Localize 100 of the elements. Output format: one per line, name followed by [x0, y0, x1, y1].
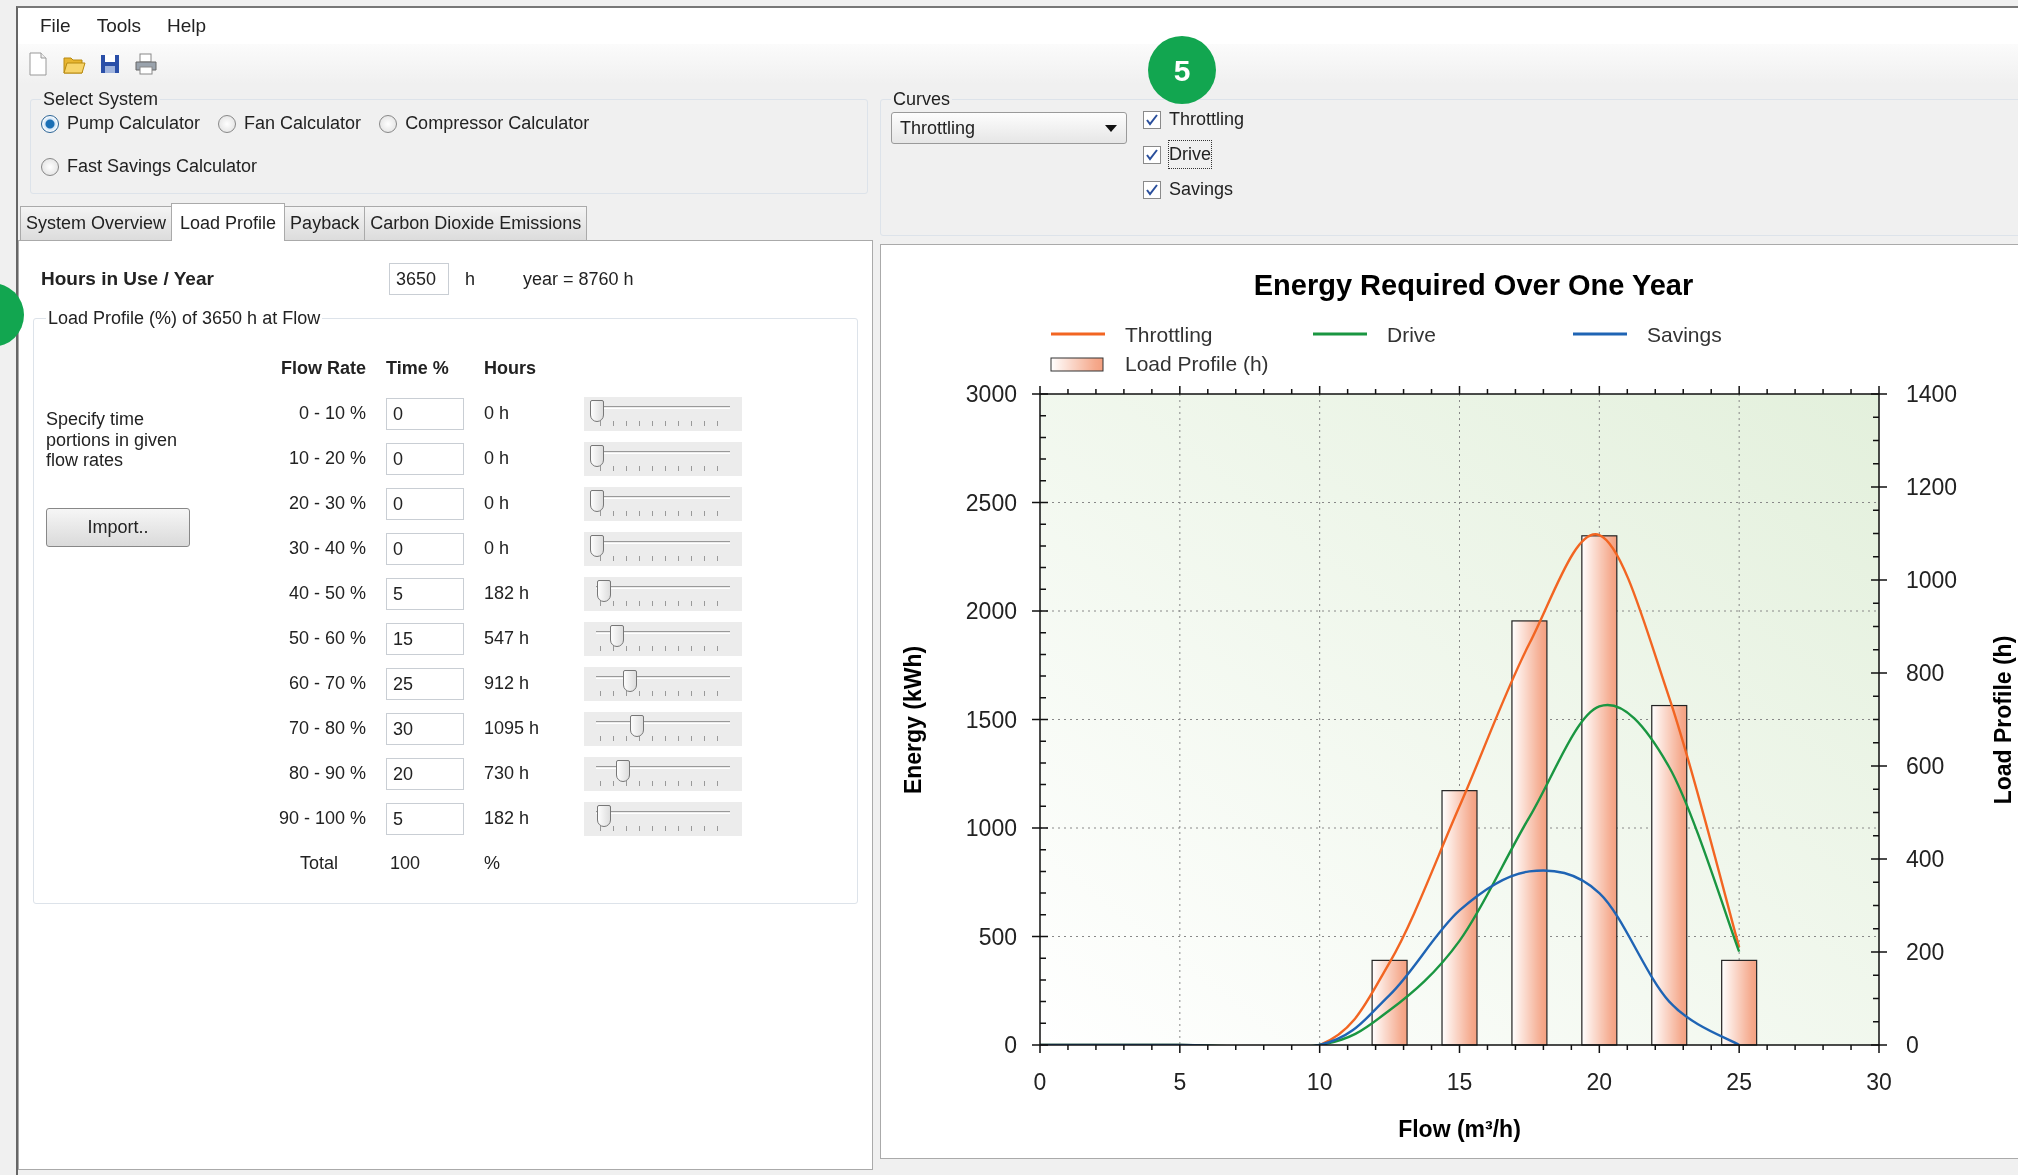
slider[interactable]: [584, 576, 742, 611]
slider-thumb[interactable]: [590, 489, 604, 512]
time-field[interactable]: 0: [386, 487, 464, 520]
time-field[interactable]: 5: [386, 802, 464, 835]
slider[interactable]: [584, 396, 742, 431]
checkbox-option[interactable]: Drive: [1143, 141, 1245, 168]
hours-value: 0 h: [484, 447, 511, 470]
tick-label: 1400: [1906, 381, 1958, 407]
total-label: Total: [299, 852, 338, 875]
hours-field[interactable]: 3650: [389, 263, 449, 295]
hint-text: Specify time portions in given flow rates: [46, 409, 179, 472]
time-field[interactable]: 20: [386, 757, 464, 790]
slider[interactable]: [584, 531, 742, 566]
radio-option[interactable]: Pump Calculator: [41, 110, 201, 137]
slider-thumb[interactable]: [590, 399, 604, 422]
slider[interactable]: [584, 441, 742, 476]
tick-label: 1000: [965, 815, 1017, 841]
printer-icon[interactable]: [134, 52, 158, 76]
slider-thumb[interactable]: [596, 579, 611, 602]
checkbox-option[interactable]: Throttling: [1143, 106, 1245, 133]
tick-label: 3000: [965, 381, 1017, 407]
legend-swatch: [1050, 357, 1104, 372]
import-button[interactable]: Import..: [46, 508, 190, 548]
tick-label: 30: [1866, 1069, 1892, 1095]
time-field[interactable]: 25: [386, 667, 464, 700]
checkmark-icon: [1145, 182, 1159, 197]
menu-item[interactable]: Tools: [96, 11, 141, 41]
slider[interactable]: [584, 711, 742, 746]
hours-label: Hours in Use / Year: [41, 266, 215, 291]
tab[interactable]: Carbon Dioxide Emissions: [364, 206, 588, 240]
slider-thumb[interactable]: [616, 759, 631, 782]
tick-label: 400: [1906, 846, 1945, 872]
tick-label: 2000: [965, 598, 1017, 624]
flow-rate: 80 - 90 %: [288, 762, 366, 785]
slider[interactable]: [584, 486, 742, 521]
tab[interactable]: Load Profile: [171, 203, 286, 241]
tab[interactable]: Payback: [284, 206, 366, 240]
slider-thumb[interactable]: [623, 669, 637, 692]
save-icon[interactable]: [98, 52, 122, 76]
flow-rate: 50 - 60 %: [288, 627, 366, 650]
group-title: Curves: [892, 90, 951, 108]
axis-title: Energy (kWh): [900, 645, 926, 795]
hours-value: 1095 h: [484, 717, 541, 740]
time-field[interactable]: 0: [386, 442, 464, 475]
legend-label: Drive: [1387, 323, 1436, 346]
flow-rate: 30 - 40 %: [288, 537, 366, 560]
flow-rate: 20 - 30 %: [288, 492, 366, 515]
time-field[interactable]: 30: [386, 712, 464, 745]
tick-label: 1500: [965, 706, 1017, 733]
axis-title: Load Profile (h): [1990, 635, 2016, 805]
time-field[interactable]: 15: [386, 622, 464, 655]
radio-option[interactable]: Fan Calculator: [218, 110, 362, 137]
hours-value: 730 h: [484, 762, 531, 785]
time-field[interactable]: 5: [386, 577, 464, 610]
legend-label: Throttling: [1125, 323, 1213, 346]
dropdown[interactable]: Throttling: [891, 112, 1127, 144]
flow-rate: 0 - 10 %: [298, 402, 366, 425]
slider-thumb[interactable]: [609, 624, 624, 647]
tick-label: 0: [1906, 1032, 1919, 1058]
tick-label: 200: [1906, 939, 1945, 965]
slider[interactable]: [584, 666, 742, 701]
tick-label: 500: [978, 923, 1017, 950]
slider[interactable]: [584, 756, 742, 791]
hours-value: 0 h: [484, 402, 511, 425]
tick-label: 20: [1586, 1069, 1613, 1095]
radio-option[interactable]: Fast Savings Calculator: [41, 153, 258, 180]
legend-line: [1313, 332, 1367, 336]
tick-label: 15: [1446, 1069, 1473, 1095]
hours-value: 182 h: [484, 807, 531, 830]
menu-item[interactable]: Help: [167, 11, 207, 41]
year-note: year = 8760 h: [523, 267, 634, 291]
slider-thumb[interactable]: [629, 714, 644, 737]
legend-line: [1051, 332, 1105, 336]
time-field[interactable]: 0: [386, 532, 464, 565]
menu-item[interactable]: File: [40, 11, 71, 41]
checkbox-option[interactable]: Savings: [1143, 176, 1245, 203]
hours-value: 0 h: [484, 537, 511, 560]
legend-label: Savings: [1647, 323, 1722, 346]
flow-rate: 10 - 20 %: [288, 447, 366, 470]
hours-value: 182 h: [484, 582, 531, 605]
column-header: Time %: [386, 357, 450, 380]
hours-value: 547 h: [484, 627, 531, 650]
tab[interactable]: System Overview: [20, 206, 173, 240]
tick-label: 2500: [965, 489, 1017, 516]
legend-label: Load Profile (h): [1125, 352, 1269, 375]
time-field[interactable]: 0: [386, 397, 464, 430]
slider-thumb[interactable]: [596, 804, 611, 827]
axis-title: Flow (m³/h): [1398, 1116, 1521, 1142]
slider[interactable]: [584, 621, 742, 656]
checkmark-icon: [1145, 112, 1159, 127]
slider[interactable]: [584, 801, 742, 836]
tick-label: 0: [1033, 1069, 1047, 1095]
tick-label: 600: [1906, 753, 1945, 779]
unit-label: %: [484, 852, 501, 875]
slider-thumb[interactable]: [590, 444, 604, 467]
slider-thumb[interactable]: [590, 534, 604, 557]
unit-label: h: [465, 267, 475, 291]
chart-title: Energy Required Over One Year: [1253, 269, 1694, 301]
tick-label: 10: [1306, 1069, 1333, 1095]
radio-option[interactable]: Compressor Calculator: [379, 110, 590, 137]
